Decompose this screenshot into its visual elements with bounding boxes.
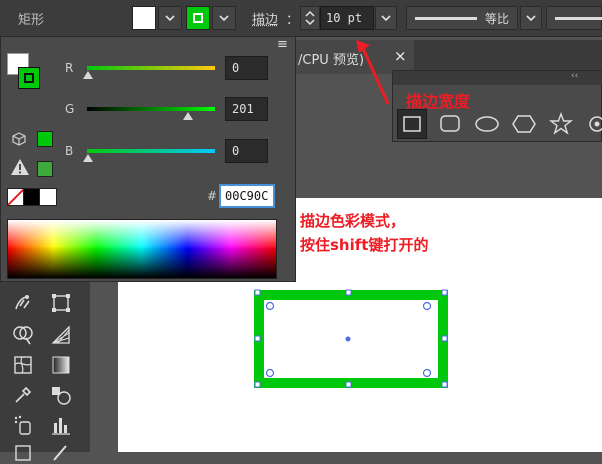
out-of-gamut-warning-icon bbox=[10, 158, 30, 180]
hex-color-input[interactable]: 00C90C bbox=[219, 184, 275, 208]
none-slash-icon bbox=[8, 189, 24, 205]
annotation-color-mode-line1: 描边色彩模式， bbox=[300, 212, 406, 230]
eyedropper-icon[interactable] bbox=[12, 384, 34, 406]
control-bar: 矩形 描边 ： 10 pt 等比 bbox=[0, 0, 602, 37]
stroke-swatch-inner bbox=[193, 13, 203, 23]
brush-preview-line bbox=[555, 17, 602, 20]
symbol-sprayer-icon[interactable] bbox=[12, 414, 34, 436]
center-point bbox=[345, 336, 351, 342]
annotation-stroke-width: 描边宽度 bbox=[406, 92, 471, 111]
rectangle-icon bbox=[403, 116, 421, 132]
fill-color-swatch[interactable] bbox=[132, 6, 156, 30]
stroke-dropdown-button[interactable] bbox=[212, 6, 236, 30]
chevron-down-icon bbox=[165, 15, 175, 22]
slider-track-g[interactable] bbox=[87, 107, 215, 111]
channel-input-g[interactable]: 201 bbox=[225, 97, 268, 121]
selected-rectangle[interactable] bbox=[245, 285, 455, 395]
channel-input-r[interactable]: 0 bbox=[225, 56, 268, 80]
variable-width-profile[interactable]: 等比 bbox=[406, 6, 518, 30]
stroke-proxy-inner bbox=[24, 73, 34, 83]
artboard-tool-icon[interactable] bbox=[12, 442, 34, 464]
blend-icon[interactable] bbox=[50, 384, 72, 406]
annotation-color-mode-line2: 按住shift键打开的 bbox=[300, 236, 429, 254]
stroke-label-colon: ： bbox=[286, 13, 300, 28]
channel-label-b: B bbox=[65, 144, 74, 158]
stroke-proxy-swatch[interactable] bbox=[18, 67, 40, 89]
collapse-grip-icon[interactable]: ‹‹ bbox=[571, 71, 578, 81]
panel-menu-icon[interactable]: ≡ bbox=[277, 37, 288, 52]
free-transform-icon[interactable] bbox=[50, 292, 72, 314]
channel-label-r: R bbox=[65, 61, 74, 75]
stepper-arrows-icon bbox=[305, 10, 315, 26]
fill-stroke-proxy bbox=[7, 53, 43, 89]
mesh-icon[interactable] bbox=[12, 354, 34, 376]
hex-hash-label: # bbox=[207, 189, 218, 203]
in-gamut-color-swatch[interactable] bbox=[37, 161, 53, 177]
channel-label-g: G bbox=[65, 102, 75, 116]
fill-dropdown-button[interactable] bbox=[158, 6, 182, 30]
stroke-color-swatch[interactable] bbox=[186, 6, 210, 30]
column-graph-icon[interactable] bbox=[50, 414, 72, 436]
slice-icon[interactable] bbox=[50, 442, 72, 464]
brush-definition[interactable] bbox=[546, 6, 602, 30]
stroke-width-dropdown[interactable] bbox=[375, 6, 397, 30]
rectangle-fill bbox=[264, 300, 438, 378]
profile-preview-line bbox=[415, 17, 477, 20]
document-tab-bar: /CPU 预览) × bbox=[296, 40, 602, 74]
profile-label: 等比 bbox=[485, 12, 510, 26]
star-icon[interactable] bbox=[548, 111, 574, 137]
tool-title: 矩形 bbox=[18, 13, 45, 28]
slider-track-b[interactable] bbox=[87, 149, 215, 153]
annotation-arrow bbox=[356, 40, 390, 105]
gradient-icon[interactable] bbox=[50, 354, 72, 376]
perspective-grid-icon[interactable] bbox=[50, 324, 72, 346]
stroke-panel-link[interactable]: 描边 bbox=[252, 9, 278, 28]
chevron-down-icon bbox=[381, 15, 391, 22]
rounded-rectangle-icon[interactable] bbox=[437, 111, 463, 137]
chevron-down-icon bbox=[526, 15, 536, 22]
stroke-width-stepper[interactable] bbox=[300, 6, 320, 30]
profile-dropdown[interactable] bbox=[520, 6, 542, 30]
shapes-panel-header[interactable]: ‹‹ bbox=[393, 71, 602, 85]
hexagon-icon[interactable] bbox=[511, 111, 537, 137]
ellipse-icon[interactable] bbox=[473, 111, 501, 137]
tools-panel bbox=[0, 282, 90, 461]
slider-track-r[interactable] bbox=[87, 66, 215, 70]
slider-thumb-b[interactable] bbox=[83, 154, 93, 162]
color-spectrum[interactable] bbox=[7, 219, 277, 279]
channel-input-b[interactable]: 0 bbox=[225, 139, 268, 163]
slider-thumb-g[interactable] bbox=[183, 112, 193, 120]
slider-thumb-r[interactable] bbox=[83, 71, 93, 79]
shape-builder-icon[interactable] bbox=[12, 324, 34, 346]
web-safe-color-swatch[interactable] bbox=[37, 131, 53, 147]
shape-more-icon[interactable] bbox=[583, 111, 602, 137]
puppet-warp-icon[interactable] bbox=[12, 292, 34, 314]
color-panel: ≡ R 0 G 201 B 0 # 00C90C bbox=[0, 36, 296, 282]
web-safe-cube-icon bbox=[11, 131, 27, 151]
white-color-swatch[interactable] bbox=[39, 188, 57, 206]
rectangle-shape-button[interactable] bbox=[397, 109, 427, 139]
chevron-down-icon bbox=[219, 15, 229, 22]
stroke-width-input[interactable]: 10 pt bbox=[320, 6, 374, 30]
